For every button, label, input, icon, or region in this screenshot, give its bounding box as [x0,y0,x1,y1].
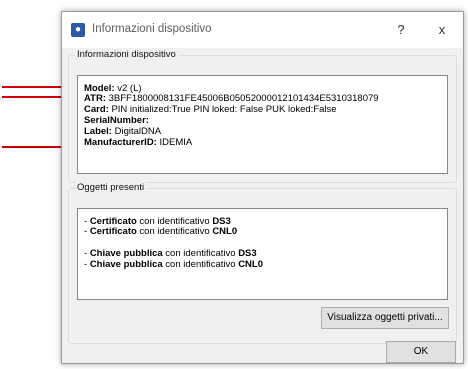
info-line-manufacturer: ManufacturerID: IDEMIA [84,137,193,148]
object-item: - Certificato con identificativo CNL0 [84,226,238,237]
title-bar: ● Informazioni dispositivo ? x [62,12,463,48]
annotation-arrow-atr [2,96,66,98]
device-info-group-label: Informazioni dispositivo [75,49,178,60]
app-icon: ● [71,23,85,37]
objects-group: Oggetti presenti - Certificato con ident… [68,182,457,344]
help-button[interactable]: ? [381,12,421,48]
annotation-arrow-manufacturer [2,146,66,148]
device-info-dialog: ● Informazioni dispositivo ? x Informazi… [61,11,464,364]
close-button[interactable]: x [422,12,462,48]
ok-button[interactable]: OK [386,341,456,363]
device-info-group: Informazioni dispositivo Model: v2 (L) A… [68,49,457,183]
objects-list-box: - Certificato con identificativo DS3 - C… [77,208,448,300]
annotation-arrow-model [2,86,66,88]
object-item: - Chiave pubblica con identificativo CNL… [84,259,263,270]
device-info-box: Model: v2 (L) ATR: 3BFF1800008131FE45006… [77,75,448,174]
view-private-objects-button[interactable]: Visualizza oggetti privati... [321,307,449,329]
objects-group-label: Oggetti presenti [75,182,147,193]
window-title: Informazioni dispositivo [92,23,212,35]
